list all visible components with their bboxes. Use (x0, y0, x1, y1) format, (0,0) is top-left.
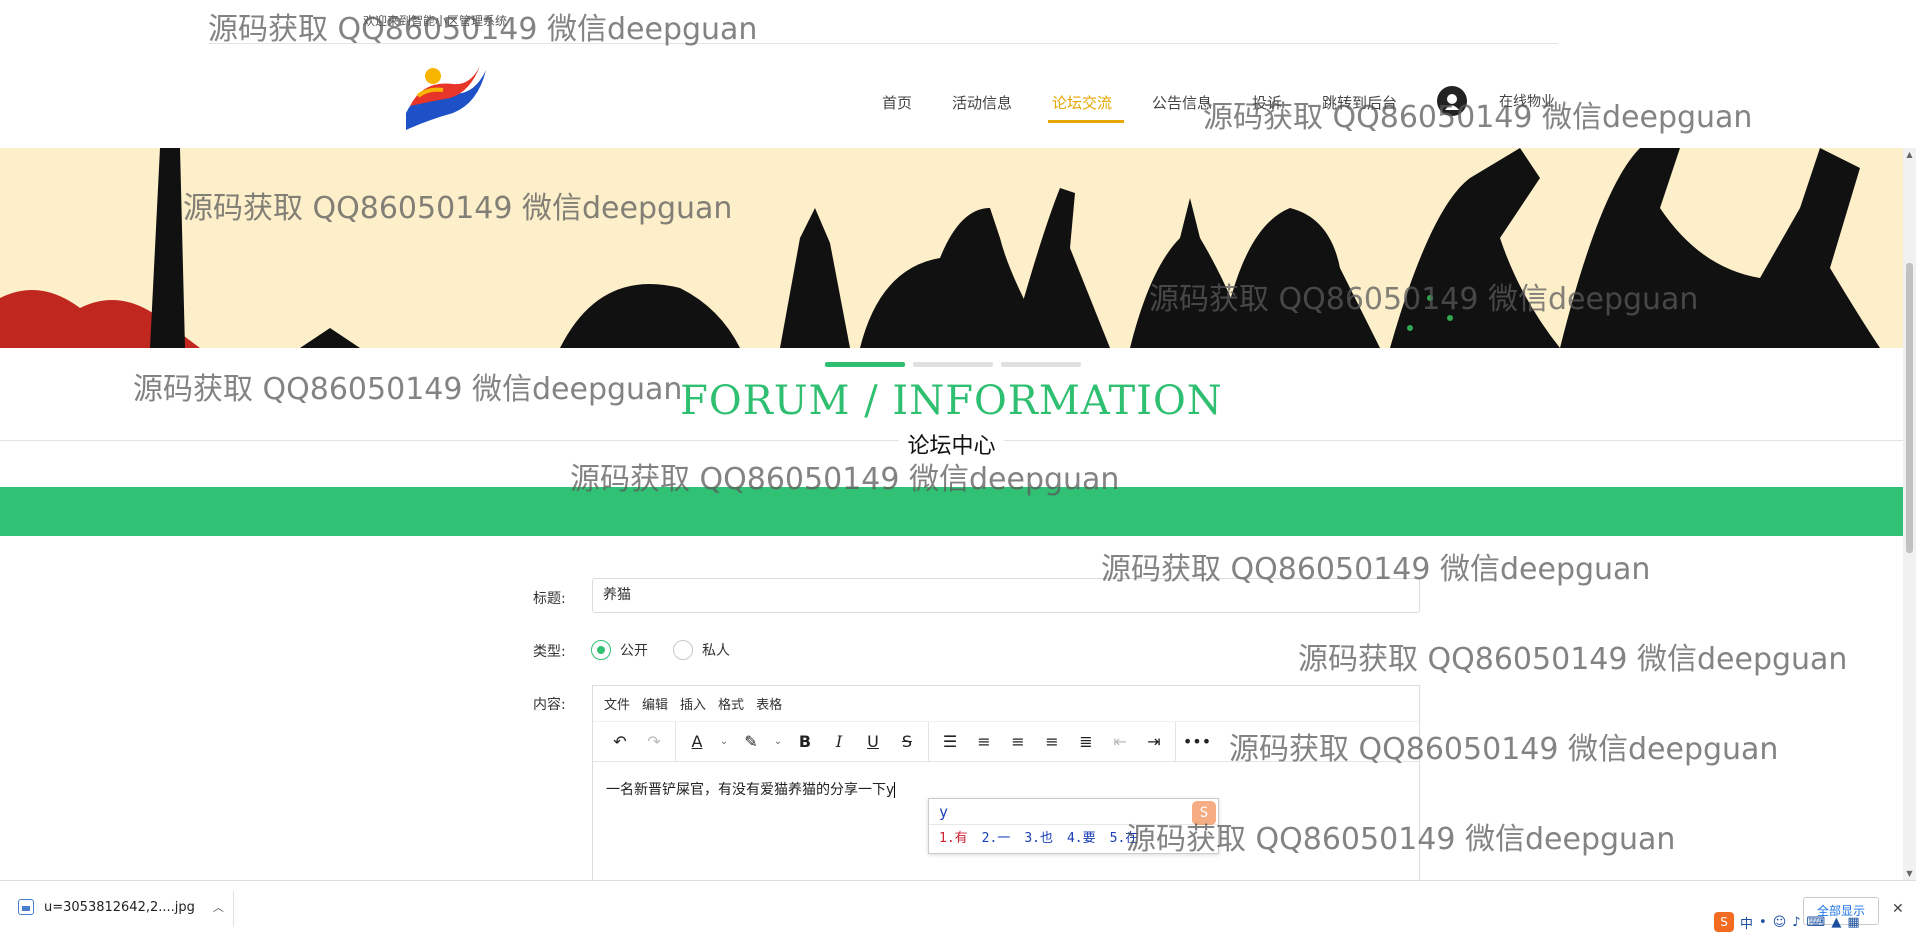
type-radio-private-label: 私人 (702, 643, 730, 659)
main-nav: 首页 活动信息 论坛交流 公告信息 投诉 跳转到后台 (0, 92, 1916, 126)
editor-menubar: 文件 编辑 插入 格式 表格 (593, 686, 1419, 722)
page-scrollbar[interactable]: ▲ ▼ (1903, 148, 1916, 880)
page-root: 欢迎来到智能小区管理系统 首页 活动信息 论坛交流 公告信息 投诉 跳转到后台 … (0, 0, 1916, 936)
punctuation-icon[interactable]: • (1759, 915, 1767, 930)
toolbar-group-more: ••• (1176, 722, 1218, 762)
ime-candidate-window: y 1.有 2.一 3.也 4.要 5.在 S (928, 798, 1219, 854)
toolbox-icon[interactable]: ▦ (1847, 915, 1859, 930)
nav-announcements[interactable]: 公告信息 (1152, 92, 1212, 113)
user-avatar-icon (1437, 86, 1467, 116)
redo-icon[interactable]: ↷ (637, 727, 671, 757)
welcome-text: 欢迎来到智能小区管理系统 (363, 14, 508, 28)
section-indicator-item (913, 362, 993, 367)
ime-candidate[interactable]: 3.也 (1024, 825, 1053, 853)
text-caret (894, 782, 896, 798)
ime-candidate[interactable]: 4.要 (1067, 825, 1096, 853)
type-radio-public[interactable]: 公开 (591, 640, 648, 660)
scroll-thumb[interactable] (1906, 263, 1913, 553)
editor-menu-table[interactable]: 表格 (756, 694, 782, 713)
download-file-name: u=3053812642,2....jpg (44, 899, 195, 915)
ime-candidate[interactable]: 5.在 (1110, 825, 1139, 853)
chevron-up-icon[interactable]: ︿ (213, 899, 224, 915)
title-input[interactable]: 养猫 (592, 578, 1420, 613)
crowd-silhouette-image (0, 148, 1903, 348)
ime-mode-label[interactable]: 中 (1740, 913, 1753, 932)
download-divider (233, 891, 234, 927)
section-indicator (825, 362, 1081, 367)
sogou-tray-icon[interactable]: S (1714, 912, 1734, 932)
image-file-icon (18, 899, 34, 915)
section-title-en: FORUM / INFORMATION (680, 378, 1223, 424)
ime-input: y (929, 799, 1218, 825)
green-band (0, 487, 1903, 536)
align-right-icon[interactable]: ≡ (1035, 727, 1069, 757)
text-color-icon[interactable]: A (680, 727, 714, 757)
editor-toolbar: ↶ ↷ A ⌄ ✎ ⌄ B I U S ☰ ≡ ≡ ≡ ≣ ⇤ ⇥ ••• (593, 721, 1419, 762)
nav-home[interactable]: 首页 (882, 92, 912, 113)
top-welcome-bar: 欢迎来到智能小区管理系统 (208, 0, 1558, 44)
type-radio-private[interactable]: 私人 (673, 640, 730, 660)
scroll-up-icon[interactable]: ▲ (1905, 150, 1914, 159)
editor-menu-insert[interactable]: 插入 (680, 694, 706, 713)
toolbar-group-format: A ⌄ ✎ ⌄ B I U S (676, 721, 929, 762)
nav-activities[interactable]: 活动信息 (952, 92, 1012, 113)
mic-icon[interactable]: ♪ (1792, 915, 1800, 930)
ime-candidate[interactable]: 1.有 (939, 825, 968, 853)
indent-icon[interactable]: ⇥ (1137, 727, 1171, 757)
scroll-down-icon[interactable]: ▼ (1905, 869, 1914, 878)
ime-tray: S 中 • ☺ ♪ ⌨ ▲ ▦ (1714, 912, 1860, 932)
type-label: 类型: (533, 644, 566, 660)
type-radio-public-label: 公开 (620, 643, 648, 659)
radio-checked-icon (591, 640, 611, 660)
editor-text: 一名新晋铲屎官，有没有爱猫养猫的分享一下y (606, 782, 895, 798)
keyboard-icon[interactable]: ⌨ (1807, 915, 1826, 930)
editor-menu-edit[interactable]: 编辑 (642, 694, 668, 713)
more-icon[interactable]: ••• (1180, 727, 1214, 757)
highlight-dropdown-icon[interactable]: ⌄ (768, 727, 788, 757)
emoji-icon[interactable]: ☺ (1773, 915, 1787, 930)
toolbar-group-align: ☰ ≡ ≡ ≡ ≣ ⇤ ⇥ (929, 721, 1176, 762)
editor-menu-format[interactable]: 格式 (718, 694, 744, 713)
align-center-icon[interactable]: ≡ (1001, 727, 1035, 757)
nav-active-indicator (1048, 120, 1124, 123)
ime-candidate[interactable]: 2.一 (982, 825, 1011, 853)
ime-candidates: 1.有 2.一 3.也 4.要 5.在 (929, 825, 1218, 853)
section-title-cn: 论坛中心 (899, 428, 1004, 460)
toolbar-group-history: ↶ ↷ (599, 721, 676, 762)
hero-banner (0, 148, 1903, 348)
undo-icon[interactable]: ↶ (603, 727, 637, 757)
nav-admin[interactable]: 跳转到后台 (1322, 92, 1397, 113)
line-height-icon[interactable]: ☰ (933, 727, 967, 757)
user-label: 在线物业 (1499, 94, 1555, 110)
editor-menu-file[interactable]: 文件 (604, 694, 630, 713)
align-left-icon[interactable]: ≡ (967, 727, 1001, 757)
download-bar: u=3053812642,2....jpg ︿ 全部显示 ✕ (0, 880, 1916, 936)
title-label: 标题: (533, 591, 566, 607)
skin-icon[interactable]: ▲ (1831, 915, 1841, 930)
download-item[interactable]: u=3053812642,2....jpg ︿ (18, 899, 224, 915)
user-menu[interactable]: 在线物业 (1437, 86, 1555, 116)
underline-icon[interactable]: U (856, 727, 890, 757)
nav-forum[interactable]: 论坛交流 (1052, 92, 1112, 113)
nav-complaints[interactable]: 投诉 (1252, 92, 1282, 113)
text-color-dropdown-icon[interactable]: ⌄ (714, 727, 734, 757)
radio-unchecked-icon (673, 640, 693, 660)
align-justify-icon[interactable]: ≣ (1069, 727, 1103, 757)
italic-icon[interactable]: I (822, 727, 856, 757)
outdent-icon[interactable]: ⇤ (1103, 727, 1137, 757)
highlight-color-icon[interactable]: ✎ (734, 727, 768, 757)
section-title-cn-wrap: 论坛中心 (0, 428, 1903, 460)
bold-icon[interactable]: B (788, 727, 822, 757)
sogou-icon: S (1192, 801, 1216, 825)
watermark: 源码获取 QQ86050149 微信deepguan (1298, 642, 1848, 677)
content-label: 内容: (533, 697, 566, 713)
strikethrough-icon[interactable]: S (890, 727, 924, 757)
close-icon[interactable]: ✕ (1892, 901, 1904, 917)
section-indicator-item (1001, 362, 1081, 367)
section-indicator-active (825, 362, 905, 367)
